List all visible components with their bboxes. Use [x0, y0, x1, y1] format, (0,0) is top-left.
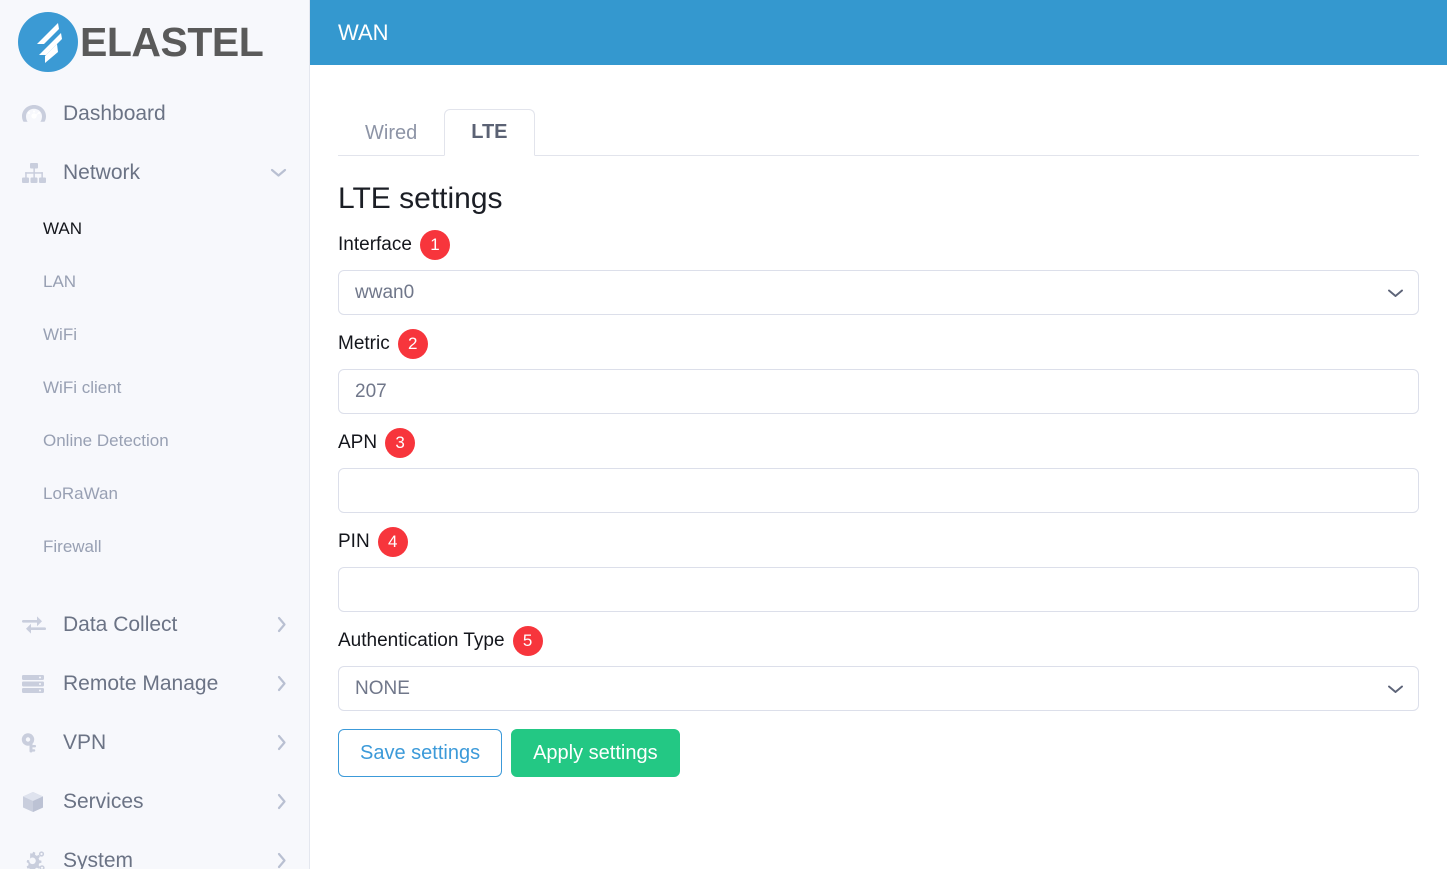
interface-select[interactable]: wwan0: [338, 270, 1419, 315]
apply-settings-label: Apply settings: [533, 741, 658, 764]
step-badge-2: 2: [397, 329, 428, 359]
save-settings-button[interactable]: Save settings: [338, 729, 503, 777]
field-label-row: Metric 2: [338, 329, 1419, 359]
sidebar-subitem-label: LAN: [43, 271, 77, 291]
chevron-right-icon: [276, 675, 287, 692]
sidebar-item-lorawan[interactable]: LoRaWan: [0, 467, 309, 520]
field-label-row: Authentication Type 5: [338, 626, 1419, 656]
sidebar-item-remote-manage[interactable]: Remote Manage: [0, 654, 309, 713]
sidebar-item-vpn[interactable]: VPN: [0, 713, 309, 772]
save-settings-label: Save settings: [360, 741, 481, 764]
sidebar-subitem-label: LoRaWan: [43, 483, 118, 503]
app-root: ELASTEL Dashboard Network WAN LAN WiFi W…: [0, 0, 1447, 869]
sidebar-item-online-detection[interactable]: Online Detection: [0, 414, 309, 467]
field-label: Authentication Type: [338, 630, 505, 651]
step-badge-1: 1: [419, 230, 450, 260]
apply-settings-button[interactable]: Apply settings: [511, 729, 680, 777]
sidebar-subitem-label: WiFi: [43, 324, 77, 344]
sidebar-item-label: Data Collect: [63, 612, 178, 636]
sidebar-item-label: VPN: [63, 730, 107, 754]
tab-label: Wired: [365, 121, 418, 144]
sidebar-item-label: Network: [63, 160, 141, 184]
chevron-down-icon: [1387, 683, 1404, 694]
sidebar-item-dashboard[interactable]: Dashboard: [0, 84, 309, 143]
authentication-type-value: NONE: [355, 677, 410, 699]
field-authentication-type: Authentication Type 5 NONE: [338, 626, 1419, 711]
brand-name: ELASTEL: [80, 18, 264, 65]
sidebar-item-network[interactable]: Network: [0, 143, 309, 202]
sidebar-item-system[interactable]: System: [0, 831, 309, 869]
content-area: Wired LTE LTE settings Interface 1 wwan0: [310, 98, 1447, 777]
field-metric: Metric 2 207: [338, 329, 1419, 414]
pin-input[interactable]: [338, 567, 1419, 612]
tab-bar: Wired LTE: [338, 98, 1419, 156]
cogs-icon: [21, 848, 51, 869]
sidebar-subitem-label: WiFi client: [43, 377, 122, 397]
chevron-down-icon: [270, 167, 287, 178]
chevron-right-icon: [276, 852, 287, 869]
elastel-logo-icon: [18, 12, 78, 72]
tab-label: LTE: [471, 121, 508, 143]
box-icon: [21, 789, 51, 815]
gauge-icon: [21, 101, 51, 127]
sidebar-item-data-collect[interactable]: Data Collect: [0, 595, 309, 654]
page-title: WAN: [338, 19, 389, 45]
key-icon: [21, 730, 51, 756]
sidebar: ELASTEL Dashboard Network WAN LAN WiFi W…: [0, 0, 310, 869]
form-actions: Save settings Apply settings: [338, 729, 1419, 777]
sitemap-icon: [21, 160, 51, 186]
field-label-row: Interface 1: [338, 230, 1419, 260]
section-title: LTE settings: [338, 182, 503, 215]
step-badge-4: 4: [377, 527, 408, 557]
sidebar-item-wifi[interactable]: WiFi: [0, 308, 309, 361]
sidebar-subitem-label: Online Detection: [43, 430, 169, 450]
field-label-row: PIN 4: [338, 527, 1419, 557]
chevron-right-icon: [276, 793, 287, 810]
field-apn: APN 3: [338, 428, 1419, 513]
apn-input[interactable]: [338, 468, 1419, 513]
sidebar-subitem-label: WAN: [43, 218, 83, 238]
interface-select-value: wwan0: [355, 281, 415, 303]
metric-input-value: 207: [355, 380, 387, 402]
sidebar-item-label: Dashboard: [63, 101, 166, 125]
field-label-row: APN 3: [338, 428, 1419, 458]
page-header: WAN: [310, 0, 1447, 65]
field-label: PIN: [338, 531, 370, 552]
field-pin: PIN 4: [338, 527, 1419, 612]
brand[interactable]: ELASTEL: [0, 0, 309, 84]
server-icon: [21, 671, 51, 697]
field-interface: Interface 1 wwan0: [338, 230, 1419, 315]
field-label: Interface: [338, 234, 412, 255]
step-badge-3: 3: [385, 428, 416, 458]
tab-wired[interactable]: Wired: [338, 110, 444, 156]
sidebar-item-label: Remote Manage: [63, 671, 219, 695]
main-content: WAN Wired LTE LTE settings Interface 1 w…: [310, 0, 1447, 869]
field-label: APN: [338, 432, 378, 453]
sidebar-item-label: System: [63, 848, 134, 869]
sidebar-item-services[interactable]: Services: [0, 772, 309, 831]
chevron-right-icon: [276, 734, 287, 751]
authentication-type-select[interactable]: NONE: [338, 666, 1419, 711]
sidebar-item-wifi-client[interactable]: WiFi client: [0, 361, 309, 414]
sidebar-item-wan[interactable]: WAN: [0, 202, 309, 255]
step-badge-5: 5: [512, 626, 543, 656]
sidebar-item-label: Services: [63, 789, 144, 813]
exchange-arrows-icon: [21, 612, 51, 638]
sidebar-submenu-network: WAN LAN WiFi WiFi client Online Detectio…: [0, 202, 309, 573]
tab-lte[interactable]: LTE: [444, 109, 535, 156]
chevron-down-icon: [1387, 287, 1404, 298]
chevron-right-icon: [276, 616, 287, 633]
sidebar-subitem-label: Firewall: [43, 536, 102, 556]
sidebar-item-firewall[interactable]: Firewall: [0, 520, 309, 573]
field-label: Metric: [338, 333, 390, 354]
metric-input[interactable]: 207: [338, 369, 1419, 414]
sidebar-item-lan[interactable]: LAN: [0, 255, 309, 308]
